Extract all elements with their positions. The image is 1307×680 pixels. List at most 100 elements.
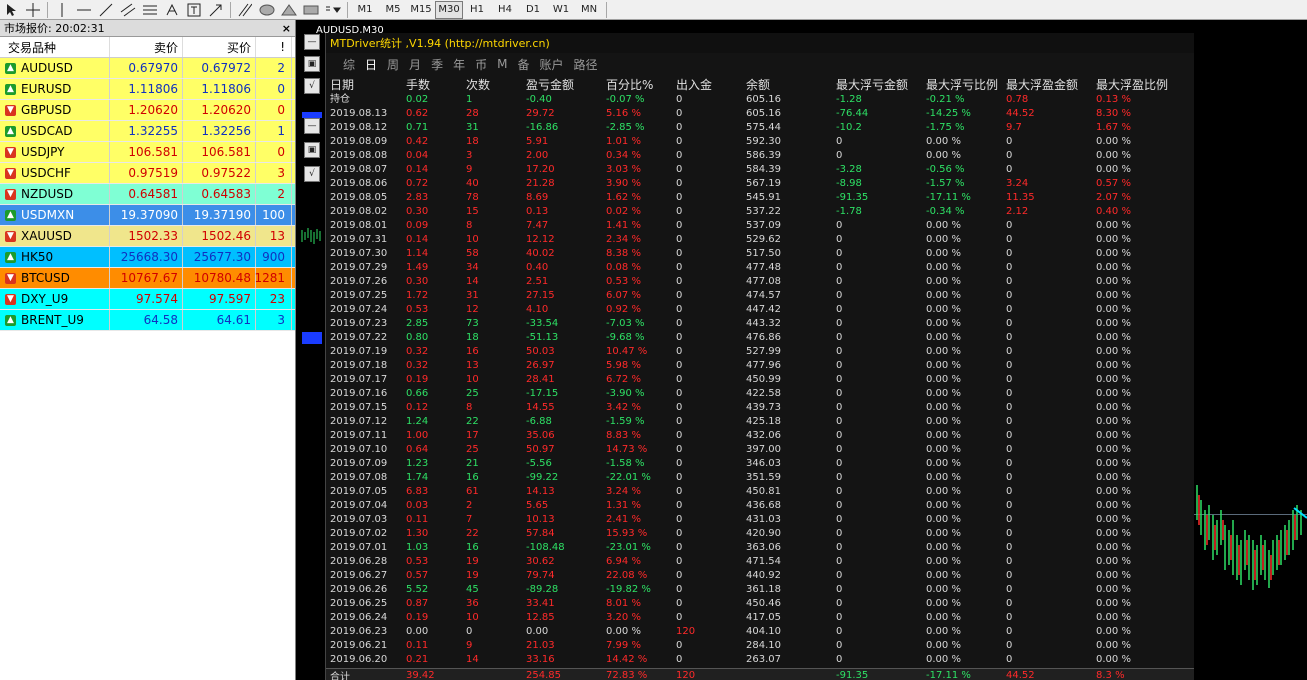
minimize-icon[interactable]: — — [304, 118, 320, 134]
market-row-audusd[interactable]: ▲ AUDUSD 0.67970 0.67972 2 — [0, 58, 295, 79]
parallel-lines-icon[interactable] — [234, 1, 256, 19]
stats-row[interactable]: 2019.07.22 0.80 18 -51.13 -9.68 % 0 476.86 0 0.0… — [326, 331, 1194, 345]
ellipse-icon[interactable] — [256, 1, 278, 19]
stats-tab-1[interactable]: 日 — [360, 56, 382, 73]
stats-row[interactable]: 2019.06.26 5.52 45 -89.28 -19.82 % 0 361.18 0 0.… — [326, 583, 1194, 597]
column-header-spread[interactable]: ! — [256, 37, 292, 57]
market-row-hk50[interactable]: ▲ HK50 25668.30 25677.30 900 — [0, 247, 295, 268]
market-row-usdcad[interactable]: ▲ USDCAD 1.32255 1.32256 1 — [0, 121, 295, 142]
stats-row[interactable]: 2019.08.01 0.09 8 7.47 1.41 % 0 537.09 0 0.00 % 0… — [326, 219, 1194, 233]
stats-tab-5[interactable]: 年 — [448, 56, 470, 73]
market-row-eurusd[interactable]: ▲ EURUSD 1.11806 1.11806 0 — [0, 79, 295, 100]
check-icon[interactable]: √ — [304, 78, 320, 94]
stats-row[interactable]: 2019.06.27 0.57 19 79.74 22.08 % 0 440.92 0 0.00… — [326, 569, 1194, 583]
stats-tab-2[interactable]: 周 — [382, 56, 404, 73]
stats-row[interactable]: 2019.08.09 0.42 18 5.91 1.01 % 0 592.30 0 0.00 %… — [326, 135, 1194, 149]
crosshair-icon[interactable] — [22, 1, 44, 19]
channel-icon[interactable] — [117, 1, 139, 19]
stats-row[interactable]: 2019.06.25 0.87 36 33.41 8.01 % 0 450.46 0 0.00 … — [326, 597, 1194, 611]
timeframe-m5[interactable]: M5 — [379, 1, 407, 19]
market-row-nzdusd[interactable]: ▼ NZDUSD 0.64581 0.64583 2 — [0, 184, 295, 205]
stats-row[interactable]: 2019.08.05 2.83 78 8.69 1.62 % 0 545.91 -91.35 -… — [326, 191, 1194, 205]
stats-row[interactable]: 2019.08.08 0.04 3 2.00 0.34 % 0 586.39 0 0.00 % 0… — [326, 149, 1194, 163]
rectangle-icon[interactable] — [300, 1, 322, 19]
timeframe-mn[interactable]: MN — [575, 1, 603, 19]
stats-row[interactable]: 2019.07.12 1.24 22 -6.88 -1.59 % 0 425.18 0 0.00… — [326, 415, 1194, 429]
market-row-btcusd[interactable]: ▼ BTCUSD 10767.67 10780.48 1281 — [0, 268, 295, 289]
stats-tab-4[interactable]: 季 — [426, 56, 448, 73]
stats-row[interactable]: 2019.07.15 0.12 8 14.55 3.42 % 0 439.73 0 0.00 %… — [326, 401, 1194, 415]
market-row-xauusd[interactable]: ▼ XAUUSD 1502.33 1502.46 13 — [0, 226, 295, 247]
horizontal-line-icon[interactable] — [73, 1, 95, 19]
stats-row[interactable]: 2019.07.30 1.14 58 40.02 8.38 % 0 517.50 0 0.00 … — [326, 247, 1194, 261]
stats-row[interactable]: 2019.06.28 0.53 19 30.62 6.94 % 0 471.54 0 0.00 … — [326, 555, 1194, 569]
timeframe-h1[interactable]: H1 — [463, 1, 491, 19]
market-row-gbpusd[interactable]: ▼ GBPUSD 1.20620 1.20620 0 — [0, 100, 295, 121]
market-row-dxy_u9[interactable]: ▼ DXY_U9 97.574 97.597 23 — [0, 289, 295, 310]
stats-row[interactable]: 2019.07.03 0.11 7 10.13 2.41 % 0 431.03 0 0.00 %… — [326, 513, 1194, 527]
stats-row[interactable]: 2019.07.24 0.53 12 4.10 0.92 % 0 447.42 0 0.00 %… — [326, 303, 1194, 317]
timeframe-m30[interactable]: M30 — [435, 0, 463, 19]
more-tools-dropdown-icon[interactable] — [322, 1, 344, 19]
stats-row[interactable]: 2019.07.02 1.30 22 57.84 15.93 % 0 420.90 0 0.00… — [326, 527, 1194, 541]
stats-row[interactable]: 2019.06.20 0.21 14 33.16 14.42 % 0 263.07 0 0.00… — [326, 653, 1194, 667]
stats-tab-8[interactable]: 备 — [512, 56, 534, 73]
stats-tab-9[interactable]: 账户 — [534, 56, 568, 73]
minimize-icon[interactable]: — — [304, 34, 320, 50]
timeframe-m1[interactable]: M1 — [351, 1, 379, 19]
market-row-usdchf[interactable]: ▼ USDCHF 0.97519 0.97522 3 — [0, 163, 295, 184]
restore-icon[interactable]: ▣ — [304, 142, 320, 158]
vertical-line-icon[interactable] — [51, 1, 73, 19]
stats-row[interactable]: 2019.07.23 2.85 73 -33.54 -7.03 % 0 443.32 0 0.0… — [326, 317, 1194, 331]
column-header-ask[interactable]: 买价 — [183, 37, 256, 57]
stats-tab-3[interactable]: 月 — [404, 56, 426, 73]
trendline-icon[interactable] — [95, 1, 117, 19]
stats-row[interactable]: 2019.07.01 1.03 16 -108.48 -23.01 % 0 363.06 0 0… — [326, 541, 1194, 555]
stats-tab-7[interactable]: M — [492, 57, 512, 71]
stats-row[interactable]: 2019.07.29 1.49 34 0.40 0.08 % 0 477.48 0 0.00 %… — [326, 261, 1194, 275]
timeframe-m15[interactable]: M15 — [407, 1, 435, 19]
stats-row[interactable]: 2019.07.16 0.66 25 -17.15 -3.90 % 0 422.58 0 0.0… — [326, 387, 1194, 401]
timeframe-w1[interactable]: W1 — [547, 1, 575, 19]
stats-row[interactable]: 2019.08.07 0.14 9 17.20 3.03 % 0 584.39 -3.28 -0… — [326, 163, 1194, 177]
timeframe-h4[interactable]: H4 — [491, 1, 519, 19]
arrows-icon[interactable] — [205, 1, 227, 19]
stats-row[interactable]: 2019.08.02 0.30 15 0.13 0.02 % 0 537.22 -1.78 -0… — [326, 205, 1194, 219]
stats-row[interactable]: 2019.07.08 1.74 16 -99.22 -22.01 % 0 351.59 0 0.… — [326, 471, 1194, 485]
stats-row[interactable]: 2019.07.09 1.23 21 -5.56 -1.58 % 0 346.03 0 0.00… — [326, 457, 1194, 471]
cursor-icon[interactable] — [0, 1, 22, 19]
stats-row[interactable]: 2019.08.06 0.72 40 21.28 3.90 % 0 567.19 -8.98 -… — [326, 177, 1194, 191]
column-header-bid[interactable]: 卖价 — [110, 37, 183, 57]
stats-row[interactable]: 2019.06.21 0.11 9 21.03 7.99 % 0 284.10 0 0.00 %… — [326, 639, 1194, 653]
triangle-icon[interactable] — [278, 1, 300, 19]
stats-row[interactable]: 2019.07.17 0.19 10 28.41 6.72 % 0 450.99 0 0.00 … — [326, 373, 1194, 387]
stats-row[interactable]: 2019.07.31 0.14 10 12.12 2.34 % 0 529.62 0 0.00 … — [326, 233, 1194, 247]
stats-tab-10[interactable]: 路径 — [569, 56, 603, 73]
stats-row[interactable]: 2019.07.04 0.03 2 5.65 1.31 % 0 436.68 0 0.00 % 0… — [326, 499, 1194, 513]
stats-row[interactable]: 2019.07.19 0.32 16 50.03 10.47 % 0 527.99 0 0.00… — [326, 345, 1194, 359]
text-label-icon[interactable] — [183, 1, 205, 19]
stats-row[interactable]: 2019.07.25 1.72 31 27.15 6.07 % 0 474.57 0 0.00 … — [326, 289, 1194, 303]
stats-row[interactable]: 2019.07.05 6.83 61 14.13 3.24 % 0 450.81 0 0.00 … — [326, 485, 1194, 499]
text-icon[interactable] — [161, 1, 183, 19]
stats-row[interactable]: 2019.07.10 0.64 25 50.97 14.73 % 0 397.00 0 0.00… — [326, 443, 1194, 457]
close-icon[interactable]: × — [282, 22, 291, 35]
stats-row[interactable]: 2019.08.12 0.71 31 -16.86 -2.85 % 0 575.44 -10.… — [326, 121, 1194, 135]
fibonacci-icon[interactable] — [139, 1, 161, 19]
market-row-brent_u9[interactable]: ▲ BRENT_U9 64.58 64.61 3 — [0, 310, 295, 331]
stats-row[interactable]: 2019.08.13 0.62 28 29.72 5.16 % 0 605.16 -76.44… — [326, 107, 1194, 121]
stats-row[interactable]: 2019.06.24 0.19 10 12.85 3.20 % 0 417.05 0 0.00 … — [326, 611, 1194, 625]
market-row-usdmxn[interactable]: ▲ USDMXN 19.37090 19.37190 100 — [0, 205, 295, 226]
stats-tab-6[interactable]: 币 — [470, 56, 492, 73]
stats-row[interactable]: 2019.06.23 0.00 0 0.00 0.00 % 120 404.10 0 0.00 … — [326, 625, 1194, 639]
market-row-usdjpy[interactable]: ▼ USDJPY 106.581 106.581 0 — [0, 142, 295, 163]
column-header-symbol[interactable]: 交易品种 — [0, 37, 110, 57]
stats-row[interactable]: 持仓 0.02 1 -0.40 -0.07 % 0 605.16 -1.28 -0.21 % 0.… — [326, 93, 1194, 107]
stats-row[interactable]: 2019.07.26 0.30 14 2.51 0.53 % 0 477.08 0 0.00 %… — [326, 275, 1194, 289]
timeframe-d1[interactable]: D1 — [519, 1, 547, 19]
stats-tab-0[interactable]: 综 — [338, 56, 360, 73]
restore-icon[interactable]: ▣ — [304, 56, 320, 72]
stats-row[interactable]: 2019.07.11 1.00 17 35.06 8.83 % 0 432.06 0 0.00 … — [326, 429, 1194, 443]
check-icon[interactable]: √ — [304, 166, 320, 182]
stats-row[interactable]: 2019.07.18 0.32 13 26.97 5.98 % 0 477.96 0 0.00 … — [326, 359, 1194, 373]
